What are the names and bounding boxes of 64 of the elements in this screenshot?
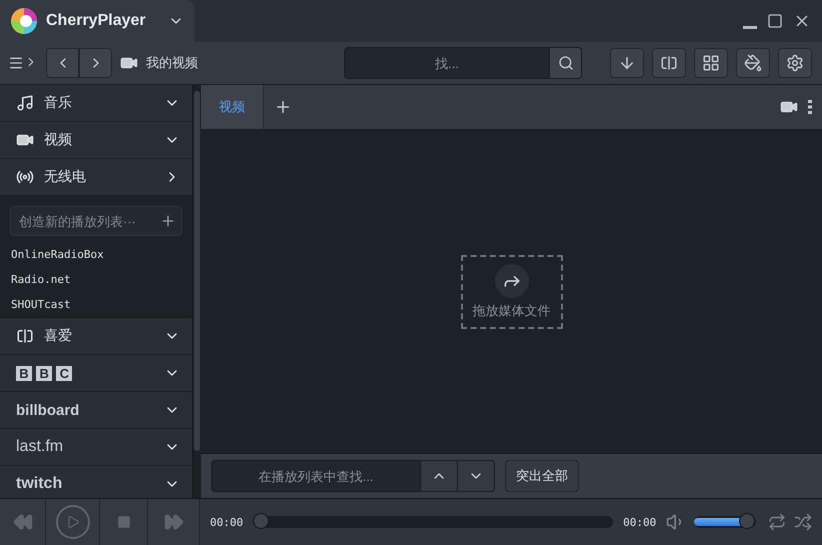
- repeat-button[interactable]: [768, 513, 786, 531]
- add-tab-button[interactable]: [274, 98, 292, 116]
- sidebar-item[interactable]: B B C: [0, 355, 192, 392]
- radio-source-link[interactable]: SHOUTcast: [10, 294, 182, 315]
- forward-button[interactable]: [79, 48, 112, 78]
- elapsed-time: 00:00: [210, 516, 244, 528]
- shuffle-button[interactable]: [794, 513, 812, 531]
- plus-icon: [274, 98, 292, 116]
- highlight-all-button[interactable]: 突出全部: [505, 460, 579, 492]
- sidebar-item[interactable]: 音乐: [0, 85, 192, 122]
- sidebar-item[interactable]: 视频: [0, 122, 192, 159]
- more-options-button[interactable]: [808, 100, 812, 114]
- stop-icon: [116, 515, 130, 529]
- grid-view-button[interactable]: [694, 48, 728, 78]
- billboard-logo: billboard: [16, 402, 80, 418]
- more-icon: [808, 100, 812, 114]
- sidebar-item[interactable]: 喜爱: [0, 318, 192, 355]
- radio-source-link[interactable]: Radio.net: [10, 269, 182, 290]
- list-view-button[interactable]: [652, 48, 686, 78]
- grid-icon: [702, 54, 720, 72]
- lastfm-logo: last.fm: [16, 438, 64, 456]
- seek-handle[interactable]: [253, 513, 270, 529]
- shuffle-icon: [794, 513, 812, 531]
- split-square-icon: [660, 54, 678, 72]
- playlist-search-field[interactable]: 在播放列表中查找...: [211, 460, 421, 492]
- broadcast-icon: [16, 168, 34, 186]
- search-field[interactable]: 找...: [344, 47, 550, 79]
- rewind-icon: [12, 512, 32, 532]
- play-icon: [56, 505, 90, 539]
- total-time: 00:00: [623, 516, 656, 528]
- music-note-icon: [16, 94, 34, 112]
- stop-button[interactable]: [100, 499, 148, 545]
- volume-slider[interactable]: [694, 516, 756, 528]
- sidebar-scrollbar[interactable]: [192, 85, 201, 498]
- sidebar-item[interactable]: 无线电: [0, 159, 192, 196]
- rewind-button[interactable]: [0, 499, 46, 545]
- fast-forward-icon: [164, 512, 184, 532]
- menu-icon: [8, 55, 24, 71]
- back-button[interactable]: [46, 48, 79, 78]
- twitch-logo: twitch: [16, 475, 64, 493]
- drop-zone[interactable]: 拖放媒体文件: [460, 254, 562, 328]
- app-logo-icon: [10, 7, 38, 35]
- paint-bucket-button[interactable]: [736, 48, 770, 78]
- volume-handle[interactable]: [738, 513, 755, 529]
- maximize-icon: [767, 13, 783, 29]
- tab[interactable]: 视频: [201, 85, 264, 129]
- search-button[interactable]: [550, 47, 582, 79]
- down-arrow-icon: [618, 54, 636, 72]
- sidebar-item[interactable]: last.fm: [0, 429, 192, 466]
- settings-icon: [786, 54, 804, 72]
- paint-bucket-icon: [744, 54, 762, 72]
- sidebar-item[interactable]: twitch: [0, 466, 192, 498]
- bbc-logo: B B C: [16, 364, 154, 382]
- download-button[interactable]: [610, 48, 644, 78]
- window-title: CherryPlayer: [46, 12, 147, 30]
- repeat-icon: [768, 513, 786, 531]
- app-title-tab[interactable]: CherryPlayer: [0, 0, 194, 42]
- minimize-icon: [743, 26, 757, 28]
- location-label: 我的视频: [146, 55, 198, 72]
- radio-source-link[interactable]: OnlineRadioBox: [10, 244, 182, 265]
- drop-zone-label: 拖放媒体文件: [472, 302, 550, 320]
- settings-button[interactable]: [778, 48, 812, 78]
- search-icon: [558, 55, 574, 71]
- sidebar-item[interactable]: billboard: [0, 392, 192, 429]
